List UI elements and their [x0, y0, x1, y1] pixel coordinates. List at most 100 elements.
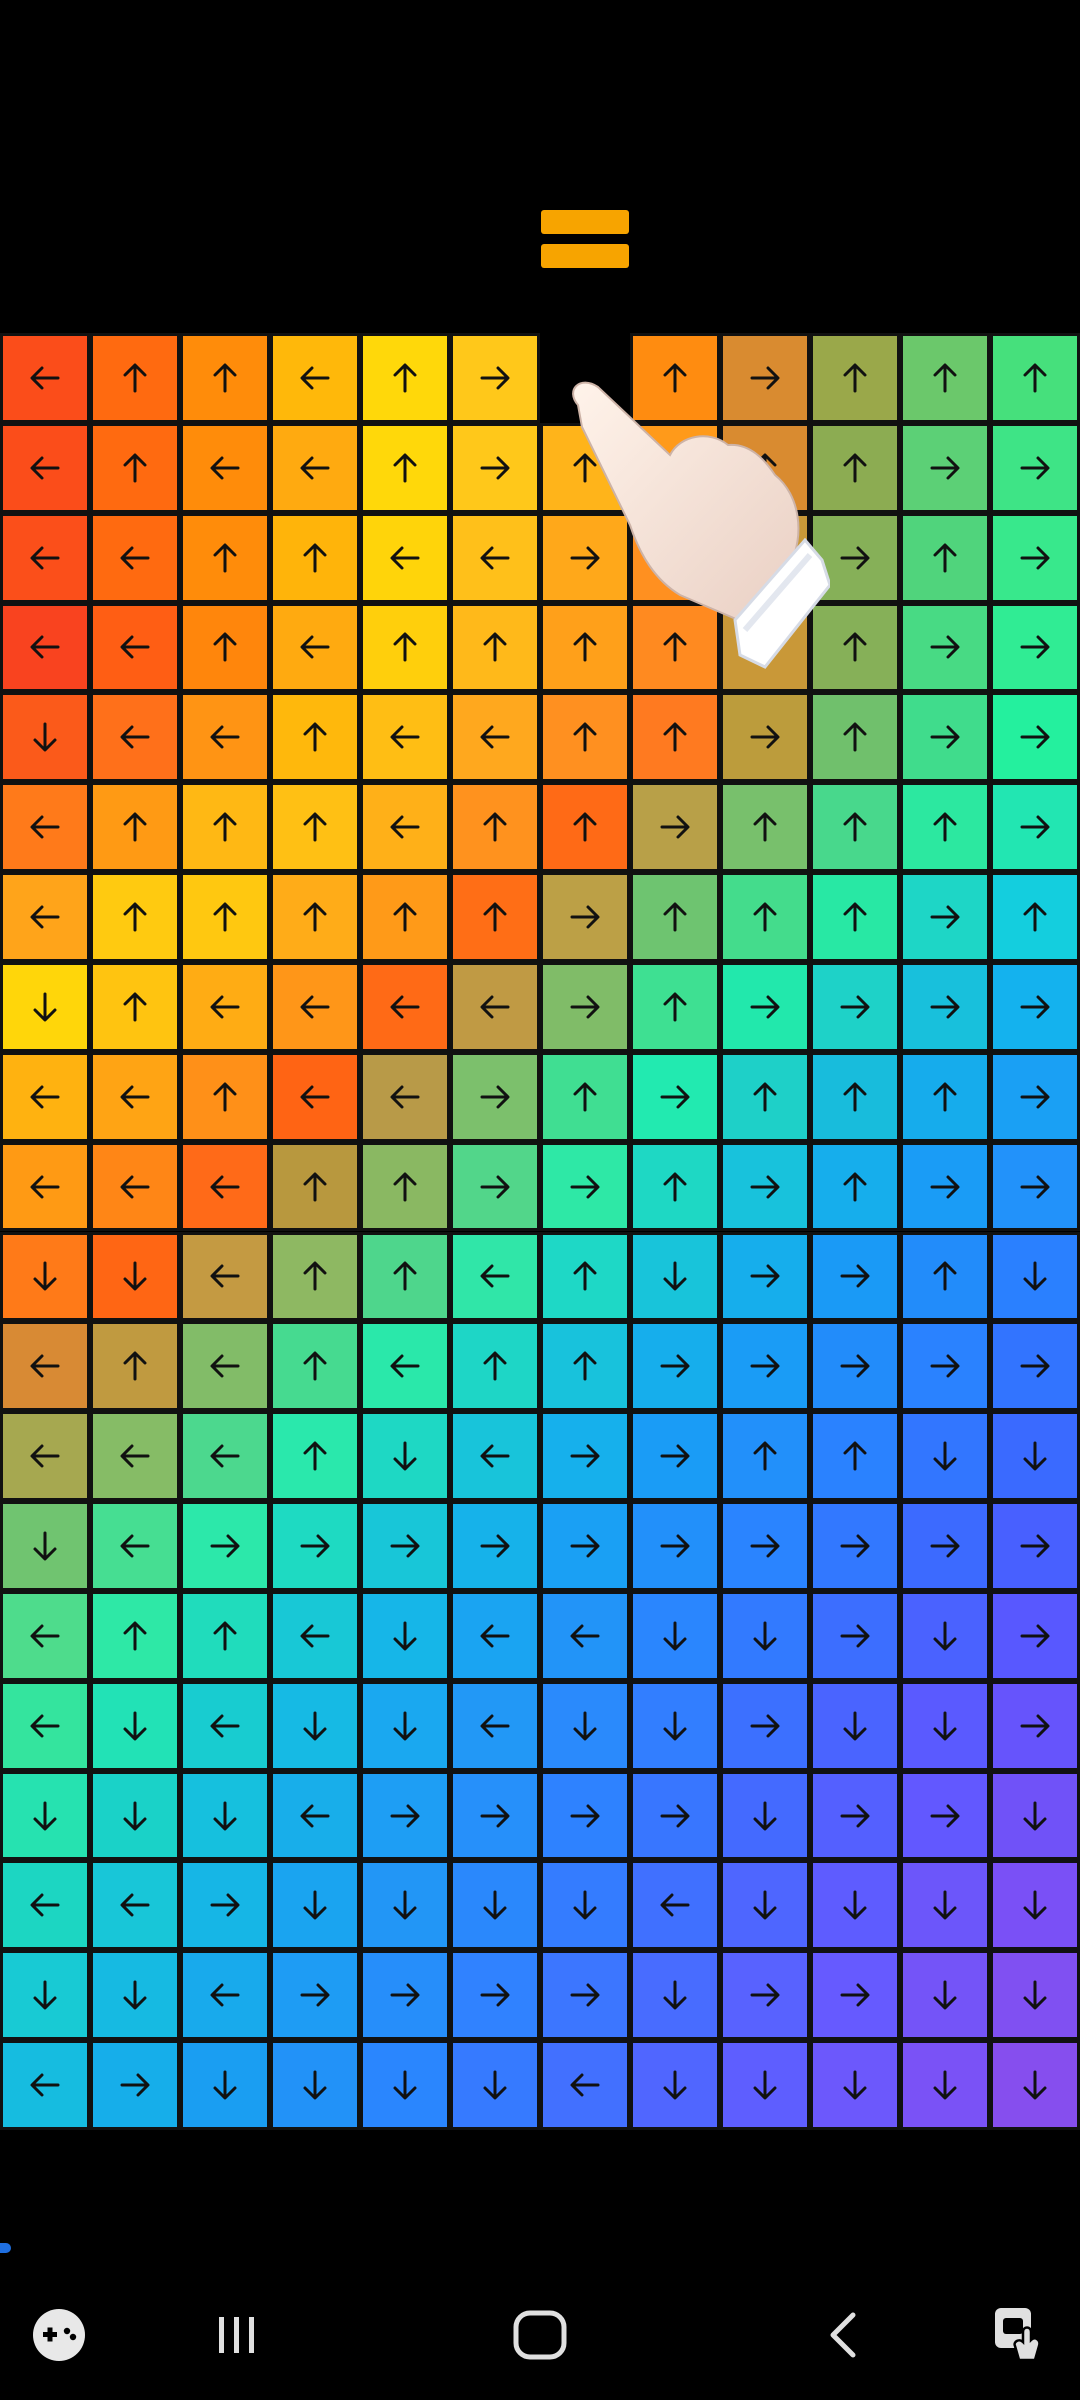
arrow-tile-down[interactable]: [990, 1950, 1080, 2041]
arrow-tile-up[interactable]: [360, 333, 450, 423]
arrow-tile-left[interactable]: [0, 1321, 90, 1412]
arrow-tile-down[interactable]: [900, 1950, 990, 2041]
arrow-tile-left[interactable]: [450, 1590, 540, 1681]
arrow-tile-left[interactable]: [90, 1860, 180, 1951]
arrow-tile-right[interactable]: [540, 1501, 630, 1591]
arrow-tile-down[interactable]: [900, 1590, 990, 1681]
arrow-tile-left[interactable]: [90, 1141, 180, 1232]
arrow-tile-left[interactable]: [180, 1321, 270, 1412]
arrow-tile-up[interactable]: [630, 692, 720, 783]
arrow-tile-up[interactable]: [450, 1321, 540, 1412]
arrow-tile-left[interactable]: [0, 872, 90, 962]
arrow-tile-right[interactable]: [990, 1321, 1080, 1412]
arrow-tile-down[interactable]: [630, 2040, 720, 2130]
arrow-tile-left[interactable]: [90, 1501, 180, 1591]
arrow-tile-right[interactable]: [990, 1590, 1080, 1681]
arrow-tile-down[interactable]: [900, 2040, 990, 2130]
arrow-tile-left[interactable]: [630, 1860, 720, 1951]
arrow-tile-up[interactable]: [90, 872, 180, 962]
arrow-tile-down[interactable]: [270, 2040, 360, 2130]
arrow-tile-left[interactable]: [0, 1860, 90, 1951]
arrow-tile-up[interactable]: [720, 422, 810, 513]
arrow-tile-left[interactable]: [0, 512, 90, 603]
arrow-tile-left[interactable]: [270, 333, 360, 423]
arrow-tile-up[interactable]: [810, 602, 900, 693]
arrow-tile-left[interactable]: [180, 1680, 270, 1771]
arrow-tile-down[interactable]: [0, 1501, 90, 1591]
arrow-tile-right[interactable]: [450, 1950, 540, 2041]
arrow-tile-down[interactable]: [90, 1680, 180, 1771]
arrow-tile-down[interactable]: [630, 1950, 720, 2041]
arrow-tile-up[interactable]: [270, 782, 360, 873]
arrow-tile-right[interactable]: [990, 782, 1080, 873]
arrow-tile-left[interactable]: [450, 692, 540, 783]
arrow-tile-up[interactable]: [360, 602, 450, 693]
arrow-tile-left[interactable]: [270, 1051, 360, 1142]
arrow-tile-up[interactable]: [270, 872, 360, 962]
arrow-tile-left[interactable]: [450, 1680, 540, 1771]
arrow-tile-up[interactable]: [900, 782, 990, 873]
arrow-tile-right[interactable]: [540, 512, 630, 603]
arrow-tile-right[interactable]: [990, 692, 1080, 783]
arrow-tile-left[interactable]: [450, 1411, 540, 1502]
arrow-tile-up[interactable]: [540, 422, 630, 513]
arrow-tile-up[interactable]: [810, 1411, 900, 1502]
arrow-tile-right[interactable]: [540, 1411, 630, 1502]
arrow-tile-up[interactable]: [270, 1411, 360, 1502]
arrow-tile-right[interactable]: [540, 872, 630, 962]
arrow-tile-up[interactable]: [810, 333, 900, 423]
recent-apps-icon[interactable]: [192, 2290, 282, 2380]
arrow-tile-down[interactable]: [360, 1860, 450, 1951]
arrow-tile-left[interactable]: [0, 1590, 90, 1681]
arrow-tile-down[interactable]: [450, 1860, 540, 1951]
arrow-tile-down[interactable]: [810, 2040, 900, 2130]
arrow-tile-right[interactable]: [900, 1501, 990, 1591]
arrow-tile-right[interactable]: [810, 961, 900, 1052]
arrow-tile-down[interactable]: [900, 1411, 990, 1502]
arrow-tile-up[interactable]: [810, 872, 900, 962]
arrow-tile-right[interactable]: [810, 1231, 900, 1322]
arrow-tile-down[interactable]: [720, 1860, 810, 1951]
arrow-tile-up[interactable]: [540, 1051, 630, 1142]
arrow-tile-left[interactable]: [360, 1051, 450, 1142]
arrow-tile-up[interactable]: [270, 1141, 360, 1232]
arrow-tile-down[interactable]: [450, 2040, 540, 2130]
arrow-tile-down[interactable]: [0, 692, 90, 783]
arrow-tile-right[interactable]: [990, 422, 1080, 513]
arrow-tile-up[interactable]: [270, 692, 360, 783]
arrow-tile-up[interactable]: [360, 1231, 450, 1322]
arrow-tile-up[interactable]: [90, 1590, 180, 1681]
arrow-tile-up[interactable]: [990, 872, 1080, 962]
arrow-tile-left[interactable]: [0, 333, 90, 423]
arrow-tile-right[interactable]: [810, 1770, 900, 1861]
arrow-tile-down[interactable]: [270, 1860, 360, 1951]
arrow-tile-up[interactable]: [180, 602, 270, 693]
arrow-tile-down[interactable]: [0, 1950, 90, 2041]
arrow-tile-down[interactable]: [0, 1231, 90, 1322]
arrow-tile-up[interactable]: [900, 1051, 990, 1142]
arrow-tile-up[interactable]: [450, 782, 540, 873]
arrow-tile-down[interactable]: [360, 2040, 450, 2130]
arrow-tile-down[interactable]: [90, 1231, 180, 1322]
arrow-tile-left[interactable]: [720, 512, 810, 603]
arrow-tile-up[interactable]: [180, 333, 270, 423]
arrow-tile-right[interactable]: [450, 422, 540, 513]
arrow-tile-up[interactable]: [360, 1141, 450, 1232]
arrow-tile-down[interactable]: [180, 2040, 270, 2130]
arrow-tile-left[interactable]: [360, 961, 450, 1052]
arrow-tile-up[interactable]: [630, 602, 720, 693]
arrow-tile-right[interactable]: [450, 1501, 540, 1591]
arrow-tile-right[interactable]: [630, 1411, 720, 1502]
arrow-tile-down[interactable]: [990, 1770, 1080, 1861]
arrow-tile-down[interactable]: [990, 1411, 1080, 1502]
arrow-tile-right[interactable]: [720, 1321, 810, 1412]
arrow-tile-left[interactable]: [540, 1590, 630, 1681]
arrow-tile-up[interactable]: [810, 782, 900, 873]
arrow-tile-right[interactable]: [540, 1950, 630, 2041]
arrow-tile-left[interactable]: [270, 1770, 360, 1861]
arrow-tile-right[interactable]: [720, 1950, 810, 2041]
arrow-tile-right[interactable]: [630, 1321, 720, 1412]
arrow-tile-up[interactable]: [900, 333, 990, 423]
arrow-tile-right[interactable]: [450, 333, 540, 423]
arrow-tile-right[interactable]: [900, 1141, 990, 1232]
